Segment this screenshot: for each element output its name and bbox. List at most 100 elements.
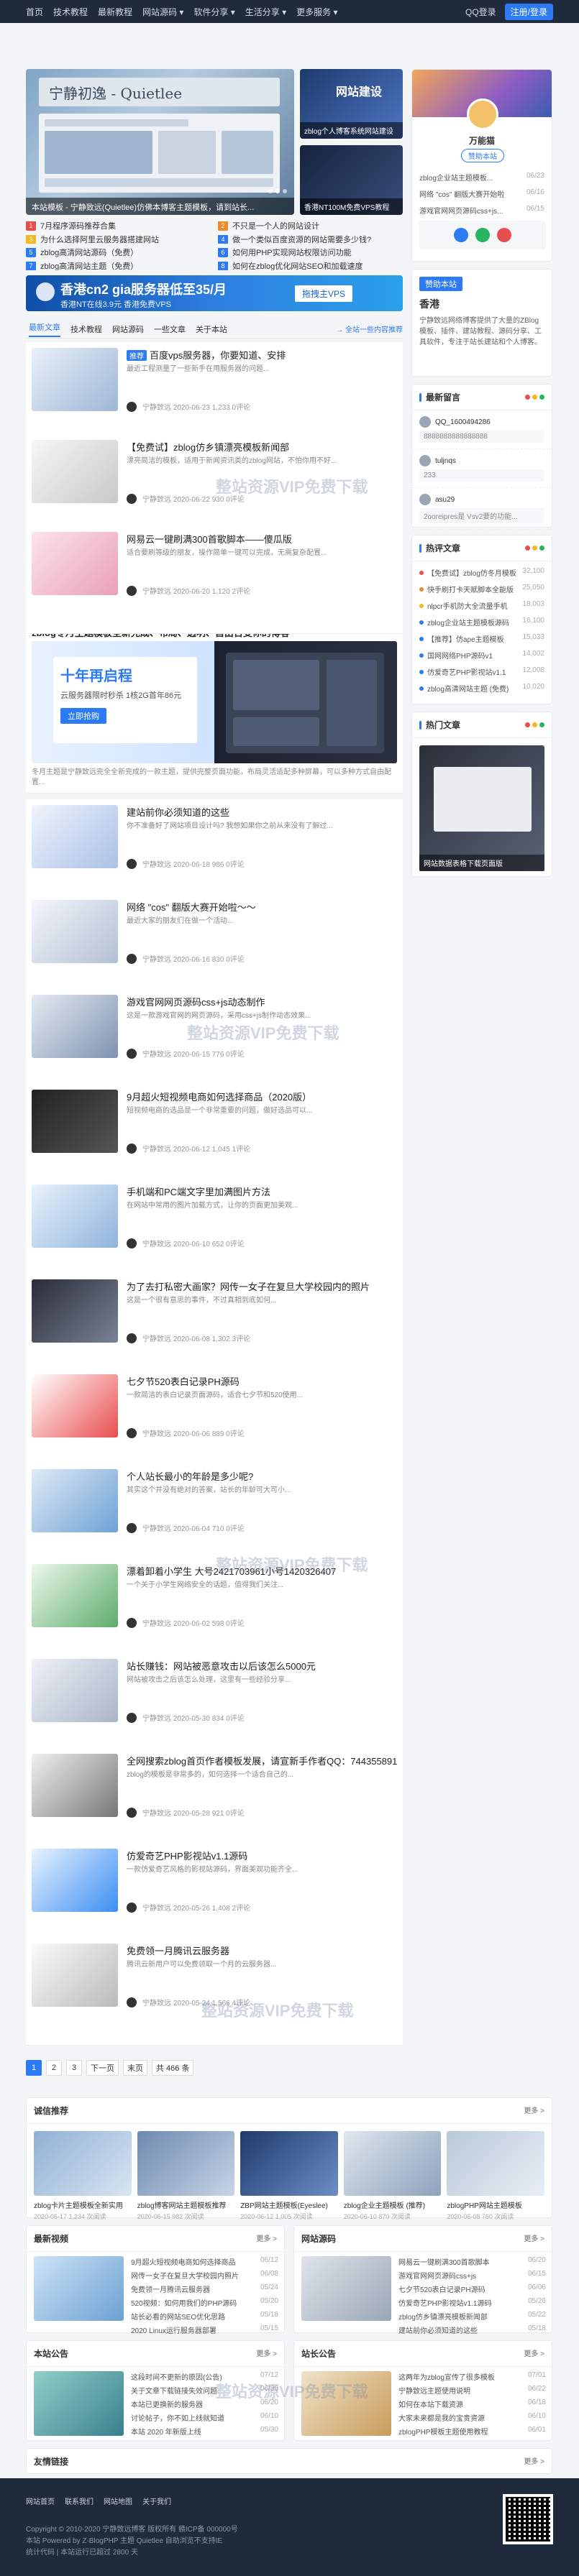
- nav-latest[interactable]: 最新教程: [98, 6, 132, 18]
- recommend-title[interactable]: zblogPHP网站主题模板: [447, 2196, 544, 2212]
- random-image[interactable]: 网站数据表格下载页面版: [419, 745, 544, 871]
- slider-dots[interactable]: [268, 189, 287, 193]
- box-list-item[interactable]: 仿爱奇艺PHP影视站v1.1源码 05/26: [398, 2296, 546, 2309]
- box1-image[interactable]: [34, 2256, 124, 2321]
- quick-link[interactable]: 4 做一个类似百度资源的网站需要多少钱?: [218, 234, 403, 244]
- featured-post[interactable]: zblog冬月主题模板全新完成、布局、透明、自由百变你的博客 十年再启程 云服务…: [26, 621, 403, 794]
- footer-link[interactable]: 联系我们: [65, 2496, 94, 2506]
- footer-link[interactable]: 网站首页: [26, 2496, 55, 2506]
- weibo-icon[interactable]: [497, 228, 511, 242]
- box-list-item[interactable]: 宁静致远主题使用说明 06/22: [398, 2383, 546, 2397]
- article-title[interactable]: 免费领一月腾讯云服务器: [127, 1944, 229, 1957]
- promo-button[interactable]: 立即抢购: [60, 708, 106, 724]
- article-title[interactable]: 网络 "cos" 翻版大赛开始啦～～: [127, 900, 256, 914]
- recommend-image[interactable]: [447, 2131, 544, 2196]
- box-list-item[interactable]: 大家未来都是我的宝贵资源 06/10: [398, 2411, 546, 2424]
- article-title[interactable]: 【免费试】zblog仿乡镇漂亮模板新闻部: [127, 440, 289, 454]
- wechat-icon[interactable]: [475, 228, 490, 242]
- nav-tech[interactable]: 技术教程: [53, 6, 88, 18]
- box-list-item[interactable]: zblogPHP模板主题使用教程 06/01: [398, 2424, 546, 2438]
- article-title[interactable]: 9月超火短视频电商如何选择商品（2020版）: [127, 1090, 311, 1103]
- article-card[interactable]: 网易云一键刷满300首歌脚本——傻瓜版 适合要刷等级的朋友，操作简单一键可以完成，…: [26, 526, 403, 634]
- box-list-item[interactable]: 这两年为zblog宣传了很多模板 07/01: [398, 2370, 546, 2383]
- article-card[interactable]: 仿爱奇艺PHP影视站v1.1源码 一款仿爱奇艺风格的影视站源码，界面美观功能齐全.…: [26, 1843, 403, 1951]
- article-card[interactable]: 全网搜索zblog首页作者模板发展，请宣新手作者QQ：744355891 zblo…: [26, 1748, 403, 1856]
- box4-image[interactable]: [301, 2371, 391, 2436]
- nav-more[interactable]: 更多服务 ▾: [296, 6, 337, 18]
- article-title[interactable]: 个人站长最小的年龄是多少呢?: [127, 1469, 253, 1483]
- recommend-card[interactable]: zblog博客网站主题模板推荐 2020-06-15 982 次阅读: [137, 2131, 235, 2221]
- hot-item[interactable]: 仿爱奇艺PHP影视站v1.1 12,008: [412, 663, 552, 680]
- nav-home[interactable]: 首页: [26, 6, 43, 18]
- recommend-more[interactable]: 更多 >: [524, 2104, 544, 2117]
- article-thumbnail[interactable]: [32, 440, 118, 503]
- article-thumbnail[interactable]: [32, 532, 118, 595]
- article-title[interactable]: 建站前你必须知道的这些: [127, 805, 229, 819]
- box2-more[interactable]: 更多 >: [524, 2232, 544, 2245]
- comment-item[interactable]: QQ_1600494286 8888888888888888: [412, 410, 552, 449]
- ad-button[interactable]: 拖拽主VPS: [294, 285, 352, 302]
- links-more[interactable]: 更多 >: [524, 2455, 544, 2467]
- article-thumbnail[interactable]: [32, 805, 118, 868]
- box-list-item[interactable]: 站长必看的网站SEO优化思路 05/18: [131, 2309, 278, 2323]
- box-list-item[interactable]: 网传一女子在复旦大学校园内照片 06/08: [131, 2268, 278, 2282]
- article-title[interactable]: 网易云一键刷满300首歌脚本——傻瓜版: [127, 532, 292, 546]
- box-list-item[interactable]: 本站 2020 年新版上线 05/30: [131, 2424, 278, 2438]
- box-list-item[interactable]: 七夕节520表白记录PH源码 06/06: [398, 2282, 546, 2296]
- feature-card-2[interactable]: 香港NT100M免费VPS教程: [300, 145, 403, 215]
- recommend-card[interactable]: zblogPHP网站主题模板 2020-06-08 760 次阅读: [447, 2131, 544, 2221]
- article-thumbnail[interactable]: [32, 1754, 118, 1817]
- article-card[interactable]: 站长赚钱：网站被恶意攻击以后该怎么5000元 网站被攻击之后该怎么处理，这里有一些…: [26, 1653, 403, 1761]
- article-thumbnail[interactable]: [32, 1659, 118, 1722]
- quick-link[interactable]: 7 zblog高清网站主题（免费）: [26, 261, 211, 270]
- box-list-item[interactable]: 游戏官网网页源码css+js 06/15: [398, 2268, 546, 2282]
- recommend-title[interactable]: ZBP网站主题模板(Eyeslee): [240, 2196, 338, 2212]
- quick-link[interactable]: 5 zblog高清网站源码（免费）: [26, 248, 211, 257]
- article-thumbnail[interactable]: [32, 1469, 118, 1532]
- article-title[interactable]: 仿爱奇艺PHP影视站v1.1源码: [127, 1849, 247, 1862]
- article-thumbnail[interactable]: [32, 1374, 118, 1438]
- page-link[interactable]: 1: [26, 2060, 42, 2076]
- footer-link[interactable]: 关于我们: [142, 2496, 171, 2506]
- page-link[interactable]: 2: [46, 2060, 62, 2076]
- recommend-title[interactable]: zblog博客网站主题模板推荐: [137, 2196, 235, 2212]
- box-list-item[interactable]: 关于文章下载链接失效问题 06/30: [131, 2383, 278, 2397]
- quick-link[interactable]: 6 如何用PHP实现网站权限访问功能: [218, 248, 403, 257]
- recommend-title[interactable]: zblog卡片主题模板全新实用: [34, 2196, 132, 2212]
- article-thumbnail[interactable]: [32, 1090, 118, 1153]
- article-title[interactable]: 全网搜索zblog首页作者模板发展，请宣新手作者QQ：744355891: [127, 1754, 397, 1767]
- box-list-item[interactable]: 这段时间不更新的原因(公告) 07/12: [131, 2370, 278, 2383]
- hot-item[interactable]: zblog企业站主题模板源码 16,100: [412, 614, 552, 630]
- qq-icon[interactable]: [454, 228, 468, 242]
- article-thumbnail[interactable]: [32, 900, 118, 963]
- recommend-card[interactable]: zblog卡片主题模板全新实用 2020-06-17 1,234 次阅读: [34, 2131, 132, 2221]
- article-title[interactable]: 漂着卸着小学生 大号2421703961小号1420326407: [127, 1564, 336, 1578]
- profile-link[interactable]: zblog企业站主题模板... 06/23: [412, 169, 552, 185]
- tab-tech[interactable]: 技术教程: [70, 323, 102, 335]
- article-thumbnail[interactable]: [32, 995, 118, 1058]
- recommend-image[interactable]: [34, 2131, 132, 2196]
- article-card[interactable]: 手机端和PC端文字里加满图片方法 在网站中常用的图片加载方式，让你的页面更加美观.…: [26, 1179, 403, 1287]
- hot-item[interactable]: nlpcr手机防大全流量手机 18,003: [412, 597, 552, 614]
- article-thumbnail[interactable]: [32, 1279, 118, 1343]
- box-list-item[interactable]: 免费领一月腾讯云服务器 05/24: [131, 2282, 278, 2296]
- article-card[interactable]: 网络 "cos" 翻版大赛开始啦～～ 最近大家的朋友们在做一个活动... 宁静致远 …: [26, 894, 403, 1002]
- avatar[interactable]: [467, 98, 498, 130]
- login-button[interactable]: 注册/登录: [504, 3, 553, 20]
- box-list-item[interactable]: 9月超火短视频电商如何选择商品 06/12: [131, 2255, 278, 2268]
- slider-caption[interactable]: 本站模板 - 宁静致远(Quietlee)仿佛本博客主题模板，请到站长...: [26, 198, 294, 215]
- footer-link[interactable]: 网站地图: [104, 2496, 132, 2506]
- nav-source[interactable]: 网站源码 ▾: [142, 6, 183, 18]
- qq-login-link[interactable]: QQ登录: [465, 6, 496, 18]
- article-card[interactable]: 个人站长最小的年龄是多少呢? 其实这个并没有绝对的答案，站长的年龄可大可小... 宁…: [26, 1463, 403, 1571]
- box-list-item[interactable]: 2020 Linux运行服务器部署 05/15: [131, 2323, 278, 2337]
- hot-item[interactable]: 【推荐】仿ape主题模板 15,033: [412, 630, 552, 647]
- hot-item[interactable]: 【免费试】zblog仿冬月模板 32,100: [412, 564, 552, 581]
- page-link[interactable]: 下一页: [86, 2060, 119, 2076]
- box4-more[interactable]: 更多 >: [524, 2347, 544, 2360]
- tab-latest[interactable]: 最新文章: [29, 321, 60, 337]
- article-card[interactable]: 七夕节520表白记录PH源码 一款简洁的表白记录页面源码，适合七夕节和520使用.…: [26, 1368, 403, 1476]
- box-list-item[interactable]: 本站已更换新的服务器 06/20: [131, 2397, 278, 2411]
- nav-life[interactable]: 生活分享 ▾: [245, 6, 286, 18]
- box3-more[interactable]: 更多 >: [256, 2347, 277, 2360]
